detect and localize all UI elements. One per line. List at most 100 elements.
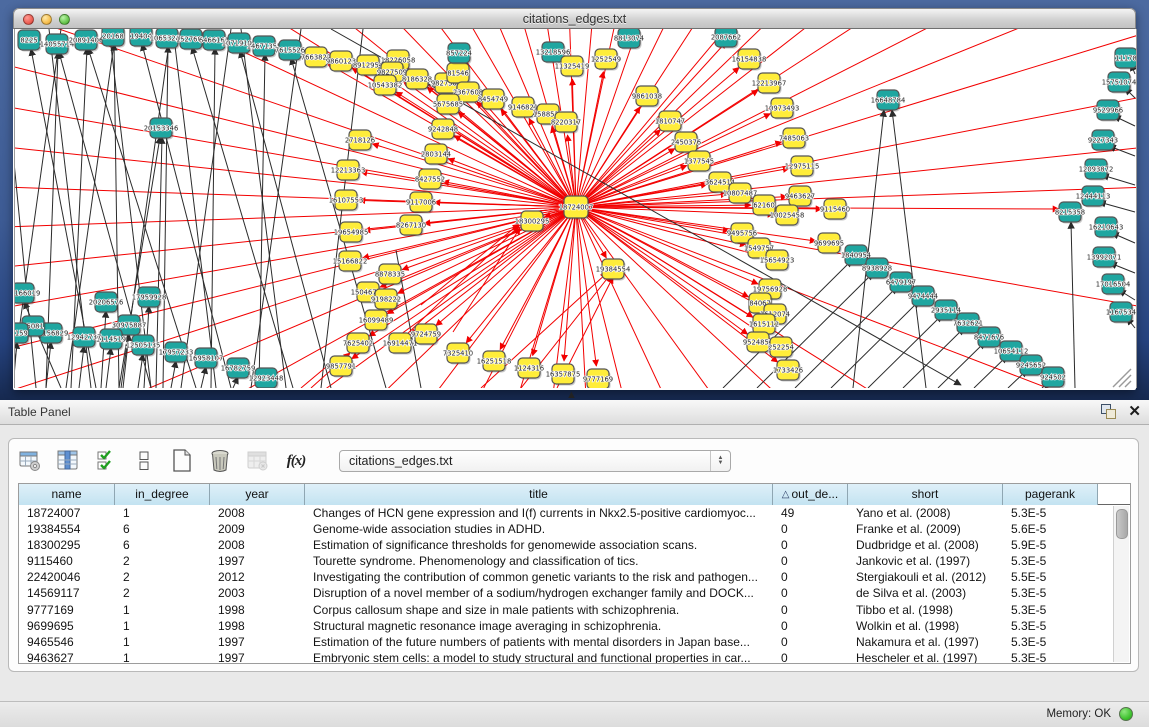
table-cell: 2 bbox=[115, 553, 210, 569]
svg-text:12444113: 12444113 bbox=[1076, 192, 1111, 200]
svg-text:8225: 8225 bbox=[20, 36, 37, 44]
svg-text:924502: 924502 bbox=[1040, 373, 1066, 381]
table-cell: Wolkin et al. (1998) bbox=[848, 618, 1003, 634]
table-settings-icon[interactable] bbox=[17, 448, 43, 474]
svg-text:16154838: 16154838 bbox=[732, 55, 767, 63]
new-table-icon[interactable] bbox=[169, 448, 195, 474]
table-cell: 18724007 bbox=[19, 505, 115, 521]
table-cell: 1997 bbox=[210, 634, 305, 650]
table-cell: 0 bbox=[773, 602, 848, 618]
row-height-icon[interactable] bbox=[131, 448, 157, 474]
network-canvas[interactable]: 8225140557142089140620168194041065328715… bbox=[14, 29, 1137, 388]
svg-text:9724759: 9724759 bbox=[411, 330, 441, 338]
column-header-pagerank[interactable]: pagerank bbox=[1003, 484, 1098, 505]
table-cell: Structural magnetic resonance image aver… bbox=[305, 618, 773, 634]
table-cell: Embryonic stem cells: a model to study s… bbox=[305, 650, 773, 664]
svg-text:20206576: 20206576 bbox=[89, 298, 124, 306]
table-cell: 5.5E-5 bbox=[1003, 569, 1098, 585]
svg-text:12923448: 12923448 bbox=[249, 374, 284, 382]
svg-text:11325419: 11325419 bbox=[555, 62, 590, 70]
function-builder-icon[interactable]: f(x) bbox=[283, 448, 309, 474]
delete-table-icon[interactable] bbox=[245, 448, 271, 474]
table-cell: 9465546 bbox=[19, 634, 115, 650]
attribute-browser: f(x) citations_edges.txt ▲▼ namein_degre… bbox=[8, 438, 1139, 672]
table-cell: 1 bbox=[115, 618, 210, 634]
memory-status-indicator[interactable] bbox=[1119, 707, 1133, 721]
column-header-name[interactable]: name bbox=[19, 484, 115, 505]
column-header-in_degree[interactable]: in_degree bbox=[115, 484, 210, 505]
table-cell: 49 bbox=[773, 505, 848, 521]
svg-text:10973493: 10973493 bbox=[765, 104, 800, 112]
svg-text:8186328: 8186328 bbox=[402, 75, 432, 83]
table-cell: 2 bbox=[115, 585, 210, 601]
svg-text:1615112: 1615112 bbox=[749, 320, 779, 328]
table-cell: 5.6E-5 bbox=[1003, 521, 1098, 537]
table-cell: 0 bbox=[773, 618, 848, 634]
network-window: citations_edges.txt 82251405571420891406… bbox=[13, 8, 1136, 390]
memory-status-label: Memory: OK bbox=[1046, 708, 1111, 720]
svg-text:19404: 19404 bbox=[130, 32, 152, 40]
table-row[interactable]: 1830029562008Estimation of significance … bbox=[19, 537, 1130, 553]
svg-text:9117006: 9117006 bbox=[406, 198, 436, 206]
show-columns-icon[interactable] bbox=[55, 448, 81, 474]
float-panel-icon[interactable] bbox=[1101, 404, 1116, 419]
table-cell: Genome-wide association studies in ADHD. bbox=[305, 521, 773, 537]
svg-text:12505135: 12505135 bbox=[126, 341, 161, 349]
table-cell: 2008 bbox=[210, 537, 305, 553]
table-row[interactable]: 911546021997Tourette syndrome. Phenomeno… bbox=[19, 553, 1130, 569]
svg-text:9777169: 9777169 bbox=[583, 375, 613, 383]
select-columns-icon[interactable] bbox=[93, 448, 119, 474]
svg-text:17016504: 17016504 bbox=[1096, 280, 1131, 288]
table-cell: 22420046 bbox=[19, 569, 115, 585]
svg-text:18300295: 18300295 bbox=[515, 217, 550, 225]
svg-text:19384554: 19384554 bbox=[596, 265, 631, 273]
table-row[interactable]: 1456911722003Disruption of a novel membe… bbox=[19, 585, 1130, 601]
svg-text:8215358: 8215358 bbox=[1055, 208, 1085, 216]
column-header-year[interactable]: year bbox=[210, 484, 305, 505]
table-cell: Hescheler et al. (1997) bbox=[848, 650, 1003, 664]
svg-text:12213967: 12213967 bbox=[752, 79, 787, 87]
table-cell: 0 bbox=[773, 521, 848, 537]
table-row[interactable]: 2242004622012Investigating the contribut… bbox=[19, 569, 1130, 585]
svg-text:8454749: 8454749 bbox=[478, 95, 508, 103]
svg-text:18724007: 18724007 bbox=[559, 203, 594, 211]
svg-text:9242848: 9242848 bbox=[428, 125, 458, 133]
svg-text:857224: 857224 bbox=[446, 49, 472, 57]
column-header-title[interactable]: title bbox=[305, 484, 773, 505]
column-header-short[interactable]: short bbox=[848, 484, 1003, 505]
column-header-out_de[interactable]: △out_de... bbox=[773, 484, 848, 505]
svg-text:19756928: 19756928 bbox=[753, 285, 788, 293]
table-row[interactable]: 1938455462009Genome-wide association stu… bbox=[19, 521, 1130, 537]
table-cell: 5.3E-5 bbox=[1003, 618, 1098, 634]
table-select-dropdown[interactable]: citations_edges.txt ▲▼ bbox=[339, 450, 731, 472]
svg-text:12975115: 12975115 bbox=[785, 162, 820, 170]
table-scrollbar[interactable] bbox=[1113, 506, 1129, 662]
table-row[interactable]: 946362711997Embryonic stem cells: a mode… bbox=[19, 650, 1130, 664]
table-cell: Estimation of the future numbers of pati… bbox=[305, 634, 773, 650]
svg-text:2935114: 2935114 bbox=[931, 306, 961, 314]
svg-text:1124316: 1124316 bbox=[514, 364, 544, 372]
sort-ascending-icon: △ bbox=[782, 485, 790, 505]
table-cell: 1998 bbox=[210, 602, 305, 618]
table-row[interactable]: 1872400712008Changes of HCN gene express… bbox=[19, 505, 1130, 521]
svg-text:10654112: 10654112 bbox=[994, 347, 1029, 355]
close-panel-icon[interactable]: ✕ bbox=[1128, 404, 1141, 419]
svg-text:8267130: 8267130 bbox=[396, 221, 426, 229]
svg-text:8471676: 8471676 bbox=[974, 333, 1004, 341]
table-row[interactable]: 977716911998Corpus callosum shape and si… bbox=[19, 602, 1130, 618]
svg-text:16210643: 16210643 bbox=[1089, 223, 1124, 231]
table-row[interactable]: 946554611997Estimation of the future num… bbox=[19, 634, 1130, 650]
table-row[interactable]: 969969511998Structural magnetic resonanc… bbox=[19, 618, 1130, 634]
node-table: namein_degreeyeartitle△out_de...shortpag… bbox=[18, 483, 1131, 664]
svg-text:6479197: 6479197 bbox=[886, 278, 916, 286]
delete-entries-icon[interactable] bbox=[207, 448, 233, 474]
table-cell: Investigating the contribution of common… bbox=[305, 569, 773, 585]
window-titlebar[interactable]: citations_edges.txt bbox=[13, 8, 1136, 29]
table-cell: 1997 bbox=[210, 650, 305, 664]
table-cell: Estimation of significance thresholds fo… bbox=[305, 537, 773, 553]
table-cell: 19384554 bbox=[19, 521, 115, 537]
svg-text:16107553: 16107553 bbox=[329, 196, 364, 204]
scrollbar-thumb[interactable] bbox=[1116, 509, 1128, 539]
table-cell: Jankovic et al. (1997) bbox=[848, 553, 1003, 569]
table-cell: 9699695 bbox=[19, 618, 115, 634]
